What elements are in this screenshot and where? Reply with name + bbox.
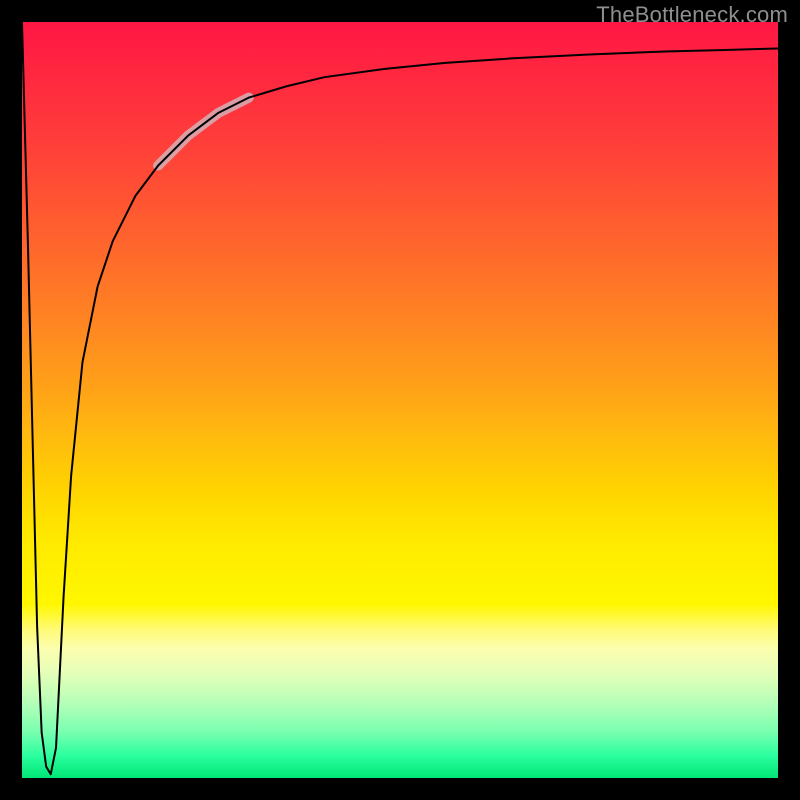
- chart-frame: TheBottleneck.com: [0, 0, 800, 800]
- highlight-segment: [158, 98, 249, 166]
- watermark-text: TheBottleneck.com: [596, 2, 788, 28]
- bottleneck-curve: [22, 22, 778, 774]
- curve-svg: [22, 22, 778, 778]
- plot-area: [22, 22, 778, 778]
